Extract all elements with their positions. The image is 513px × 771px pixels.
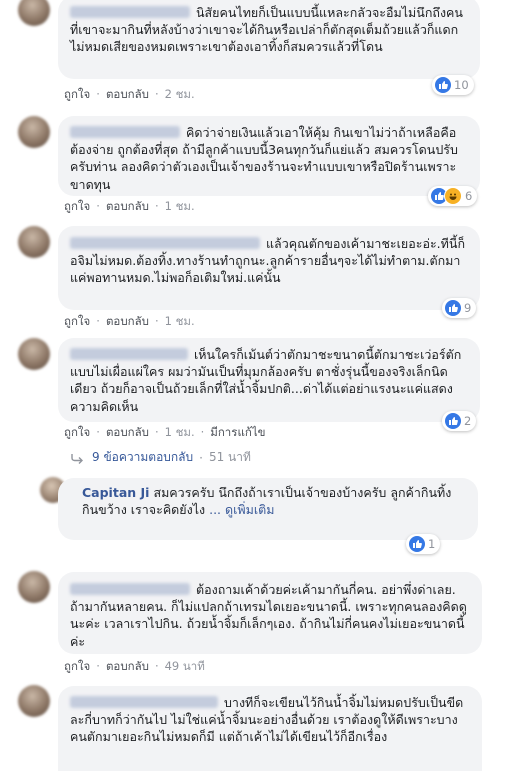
reply-link[interactable]: ตอบกลับ [106, 659, 149, 673]
comment-bubble: บางทีก็จะเขียนไว้กินน้ำจิ้มไม่หมดปรับเป็… [58, 686, 482, 771]
comment-actions: ถูกใจ · ตอบกลับ · 2 ชม. [64, 87, 195, 101]
haha-reaction-icon [444, 187, 462, 205]
comment-bubble: นิสัยคนไทยก็เป็นแบบนี้แหละกลัวจะอืมไม่นึ… [58, 0, 480, 79]
like-reaction-icon [445, 300, 461, 316]
like-link[interactable]: ถูกใจ [64, 314, 90, 328]
reaction-count[interactable]: 1 [406, 534, 441, 554]
avatar[interactable] [18, 338, 50, 370]
timestamp[interactable]: 1 ชม. [165, 199, 195, 213]
like-link[interactable]: ถูกใจ [64, 87, 90, 101]
like-link[interactable]: ถูกใจ [64, 659, 90, 673]
reaction-count[interactable]: 6 [428, 186, 478, 206]
avatar[interactable] [18, 685, 50, 717]
edited-label[interactable]: มีการแก้ไข [210, 425, 265, 439]
comment-actions: ถูกใจ · ตอบกลับ · 1 ชม. [64, 199, 195, 213]
comment-bubble: เห็นใครก็เม้นต์ว่าตักมาชะขนาดนี้ตักมาชะเ… [58, 338, 480, 422]
reply-arrow-icon [71, 453, 83, 464]
reaction-count[interactable]: 10 [432, 75, 474, 95]
comment-bubble: Capitan Ji สมควรครับ นึกถึงถ้าเราเป็นเจ้… [58, 478, 478, 540]
like-link[interactable]: ถูกใจ [64, 425, 90, 439]
reply-link[interactable]: ตอบกลับ [106, 199, 149, 213]
reply-link[interactable]: ตอบกลับ [106, 87, 149, 101]
timestamp[interactable]: 49 นาที [165, 659, 205, 673]
comment-bubble: ต้องถามเค้าด้วยค่ะเค้ามากันกี่คน. อย่าพึ… [58, 572, 482, 654]
comment-actions: ถูกใจ · ตอบกลับ · 49 นาที [64, 659, 205, 673]
timestamp[interactable]: 1 ชม. [165, 425, 195, 439]
avatar[interactable] [18, 226, 50, 258]
view-replies-link[interactable]: 9 ข้อความตอบกลับ · 51 นาที [70, 448, 251, 467]
avatar[interactable] [18, 571, 50, 603]
comment-bubble: คิดว่าจ่ายเงินแล้วเอาให้คุ้ม กินเขาไม่ว่… [58, 116, 480, 196]
avatar[interactable] [18, 0, 50, 26]
replies-count[interactable]: 9 ข้อความตอบกลับ [92, 448, 193, 467]
like-reaction-icon [435, 77, 451, 93]
like-reaction-icon [445, 413, 461, 429]
reply-link[interactable]: ตอบกลับ [106, 314, 149, 328]
commenter-name[interactable]: Capitan Ji [82, 485, 149, 500]
like-reaction-icon [409, 536, 425, 552]
replies-time: 51 นาที [208, 450, 251, 464]
reaction-count[interactable]: 2 [442, 411, 477, 431]
timestamp[interactable]: 1 ชม. [165, 314, 195, 328]
reply-link[interactable]: ตอบกลับ [106, 425, 149, 439]
avatar[interactable] [18, 116, 50, 148]
comment-actions: ถูกใจ · ตอบกลับ · 1 ชม. [64, 314, 195, 328]
see-more-link[interactable]: ... ดูเพิ่มเติม [209, 502, 274, 517]
timestamp[interactable]: 2 ชม. [165, 87, 195, 101]
comment-actions: ถูกใจ · ตอบกลับ · 1 ชม. · มีการแก้ไข [64, 425, 266, 439]
like-link[interactable]: ถูกใจ [64, 199, 90, 213]
comment-bubble: แล้วคุณตักของเค้ามาชะเยอะอ่ะ.ทีนี้ก็อจิม… [58, 226, 480, 310]
reaction-count[interactable]: 9 [442, 298, 477, 318]
